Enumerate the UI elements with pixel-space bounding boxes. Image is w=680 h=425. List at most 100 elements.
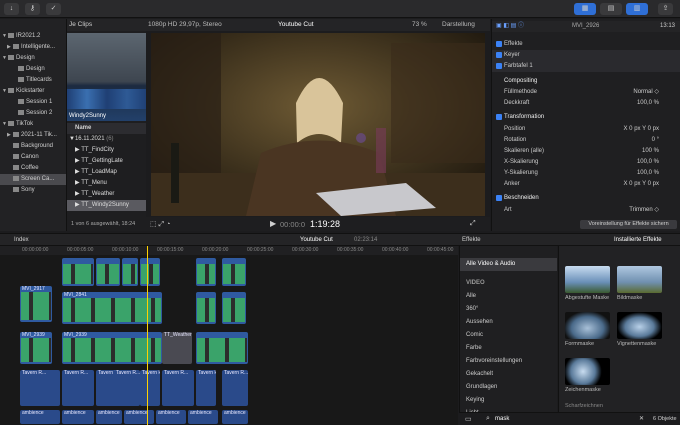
- effect-category[interactable]: Farbvoreinstellungen: [460, 355, 557, 368]
- timeline-clip[interactable]: Tavern R...: [20, 370, 60, 406]
- inspector-row-value[interactable]: 100,0 %: [637, 98, 659, 109]
- inspector-row[interactable]: Position X 0 px Y 0 px: [492, 124, 680, 135]
- timeline-clip[interactable]: ambience: [156, 410, 186, 424]
- timeline-clip[interactable]: ambience: [222, 410, 248, 424]
- effect-category[interactable]: Grundlagen: [460, 381, 557, 394]
- library-item[interactable]: ▶ 2021-11 Tik...: [0, 130, 66, 141]
- browser-header[interactable]: Je Clips: [67, 19, 146, 31]
- timeline-clip[interactable]: Tavern R...: [62, 370, 94, 406]
- checkbox-icon[interactable]: [496, 63, 502, 69]
- effect-thumb-formmaske[interactable]: [565, 312, 610, 339]
- effect-category[interactable]: 360°: [460, 303, 557, 316]
- inspector-row[interactable]: Transformation: [492, 112, 680, 123]
- timeline-clip[interactable]: ambience: [124, 410, 154, 424]
- clip-thumbnail[interactable]: Windy2Sunny: [67, 33, 146, 121]
- timeline-clip[interactable]: MVI_2939: [20, 332, 52, 364]
- library-item[interactable]: Canon: [0, 152, 66, 163]
- browser-clip[interactable]: ▶ TT_Windy2Sunny: [67, 200, 146, 211]
- effect-category[interactable]: Keying: [460, 394, 557, 407]
- inspector-row[interactable]: Effekte: [492, 39, 680, 50]
- display-menu[interactable]: Darstellung: [442, 21, 475, 28]
- browser-clip[interactable]: ▶ TT_Weather: [67, 189, 146, 200]
- library-item[interactable]: Coffee: [0, 163, 66, 174]
- timeline-clip[interactable]: Tavern R...: [140, 370, 160, 406]
- effect-thumb-vignettenmaske[interactable]: [617, 312, 662, 339]
- date-group[interactable]: ▼16.11.2021 (6): [67, 134, 146, 145]
- layout-icon[interactable]: ▥: [626, 3, 648, 15]
- transform-icon[interactable]: ⬚ ⤢ ◔: [150, 220, 170, 229]
- inspector-row[interactable]: X-Skalierung 100,0 %: [492, 157, 680, 168]
- effect-category[interactable]: Alle Video & Audio: [460, 258, 557, 271]
- list-icon[interactable]: ▤: [600, 3, 622, 15]
- installed-effects-menu[interactable]: Installierte Effekte: [614, 237, 662, 243]
- checkbox-icon[interactable]: [496, 114, 502, 120]
- play-icon[interactable]: ▶: [270, 219, 276, 228]
- timeline-clip[interactable]: ambience: [20, 410, 60, 424]
- effect-category[interactable]: Gekachelt: [460, 368, 557, 381]
- fullscreen-icon[interactable]: ⤢: [470, 220, 476, 228]
- share-icon[interactable]: ⇪: [658, 3, 673, 15]
- timeline-clip[interactable]: [96, 258, 120, 286]
- timeline-clip[interactable]: [140, 258, 160, 286]
- inspector-row-value[interactable]: X 0 px Y 0 px: [624, 179, 659, 190]
- inspector-row-value[interactable]: 100,0 %: [637, 157, 659, 168]
- browser-clip[interactable]: ▶ TT_Menu: [67, 178, 146, 189]
- grid-icon[interactable]: ▦: [574, 3, 596, 15]
- effect-category[interactable]: Comic: [460, 329, 557, 342]
- library-item[interactable]: ▼ TikTok: [0, 119, 66, 130]
- library-item[interactable]: ▶ Intelligente...: [0, 42, 66, 53]
- column-name[interactable]: Name: [67, 123, 146, 134]
- video-viewer[interactable]: [151, 33, 485, 216]
- inspector-row-value[interactable]: 100 %: [642, 146, 659, 157]
- effect-category[interactable]: Alle: [460, 290, 557, 303]
- browser-clip[interactable]: ▶ TT_LoadMap: [67, 167, 146, 178]
- timeline[interactable]: 00:00:00:00 00:00:05:00 00:00:10:00 00:00:1…: [0, 246, 458, 425]
- inspector-row[interactable]: Rotation 0 °: [492, 135, 680, 146]
- library-item[interactable]: Screen Ca...: [0, 174, 66, 185]
- timeline-clip[interactable]: Tavern R...: [196, 370, 216, 406]
- inspector-row[interactable]: Farbtafel 1: [492, 61, 680, 72]
- inspector-row[interactable]: Anker X 0 px Y 0 px: [492, 179, 680, 190]
- timeline-clip[interactable]: [196, 332, 248, 364]
- playhead[interactable]: [147, 246, 148, 425]
- timeline-clip[interactable]: ambience: [62, 410, 94, 424]
- timeline-clip[interactable]: Tavern R...: [162, 370, 194, 406]
- timeline-clip[interactable]: [62, 258, 94, 286]
- effect-category[interactable]: Farbe: [460, 342, 557, 355]
- timeline-clip[interactable]: ambience: [188, 410, 218, 424]
- library-item[interactable]: Design: [0, 64, 66, 75]
- inspector-row-value[interactable]: Normal ◇: [633, 87, 659, 98]
- timeline-clip[interactable]: TT_Weather: [162, 332, 192, 364]
- effect-thumb-abgestufte-maske[interactable]: [565, 266, 610, 293]
- library-item[interactable]: Background: [0, 141, 66, 152]
- library-item[interactable]: ▼ IR2021.2: [0, 31, 66, 42]
- index-button[interactable]: Index: [14, 237, 29, 243]
- inspector-row-value[interactable]: 0 °: [652, 135, 659, 146]
- effect-category[interactable]: Aussehen: [460, 316, 557, 329]
- effect-thumb-bildmaske[interactable]: [617, 266, 662, 293]
- save-effects-preset-button[interactable]: Voreinstellung für Effekte sichern: [580, 220, 677, 229]
- check-icon[interactable]: ✓: [46, 3, 61, 15]
- timeline-clip[interactable]: [122, 258, 138, 286]
- browser-clip[interactable]: ▶ TT_GettingLate: [67, 156, 146, 167]
- timeline-clip[interactable]: [222, 258, 246, 286]
- inspector-row[interactable]: Art Trimmen ◇: [492, 205, 680, 216]
- library-item[interactable]: ▼ Kickstarter: [0, 86, 66, 97]
- timeline-clip[interactable]: MVI_2917: [20, 286, 52, 322]
- timeline-clip[interactable]: Tavern R...: [222, 370, 248, 406]
- inspector-row[interactable]: Beschneiden: [492, 193, 680, 204]
- checkbox-icon[interactable]: [496, 52, 502, 58]
- library-item[interactable]: Session 2: [0, 108, 66, 119]
- inspector-row-value[interactable]: Trimmen ◇: [629, 205, 659, 216]
- effect-category[interactable]: VIDEO: [460, 277, 557, 290]
- timeline-clip[interactable]: [196, 292, 216, 324]
- effect-thumb-zeichenmaske[interactable]: [565, 358, 610, 385]
- timeline-project[interactable]: Youtube Cut: [300, 237, 333, 243]
- checkbox-icon[interactable]: [496, 195, 502, 201]
- checkbox-icon[interactable]: [496, 41, 502, 47]
- inspector-row-value[interactable]: 100,0 %: [637, 168, 659, 179]
- library-item[interactable]: ▼ Design: [0, 53, 66, 64]
- key-icon[interactable]: ⚷: [25, 3, 40, 15]
- inspector-row-value[interactable]: X 0 px Y 0 px: [624, 124, 659, 135]
- inspector-row[interactable]: Keyer: [492, 50, 680, 61]
